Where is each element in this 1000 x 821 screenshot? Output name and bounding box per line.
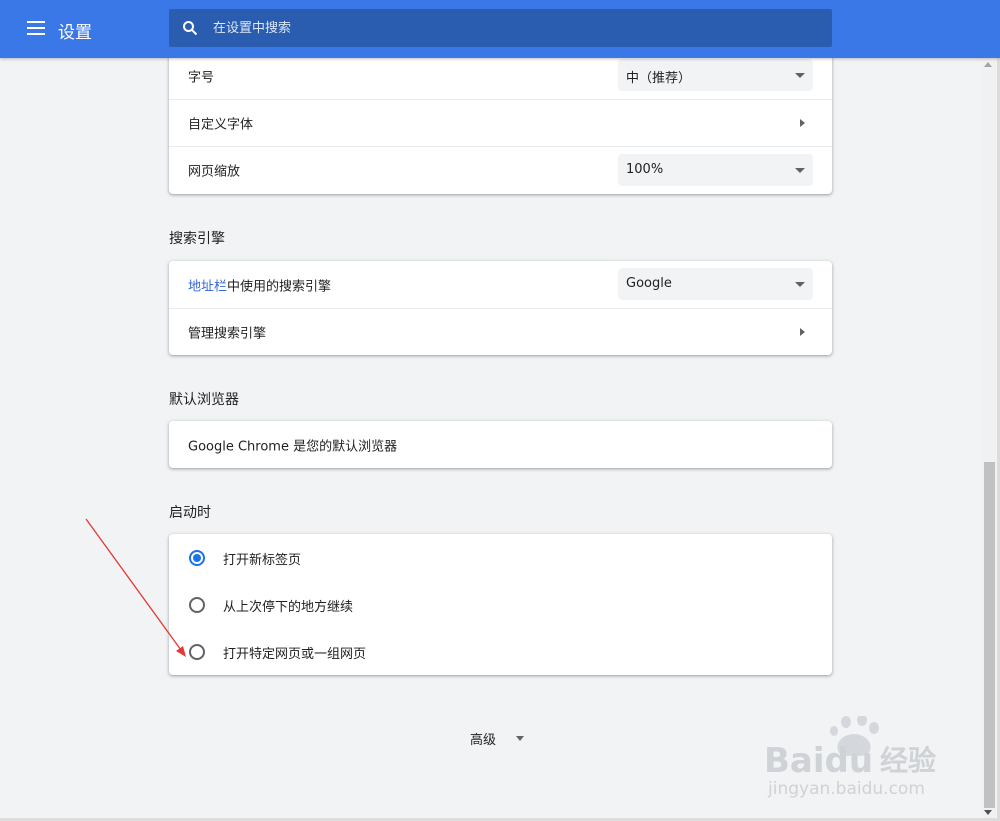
- search-input[interactable]: [213, 9, 813, 47]
- baidu-watermark-logo: Baidu 经验 jingyan.baidu.com: [764, 716, 936, 799]
- search-icon: [183, 21, 198, 36]
- watermark-brand-cn: 经验: [880, 744, 936, 777]
- toolbar: 设置: [0, 0, 1000, 58]
- menu-icon[interactable]: [27, 21, 45, 37]
- watermark-brand: Baidu: [764, 741, 873, 781]
- search-box[interactable]: [169, 9, 832, 47]
- watermark-url: jingyan.baidu.com: [767, 779, 925, 799]
- page-title: 设置: [58, 23, 92, 43]
- annotation-arrow-icon: [85, 518, 186, 657]
